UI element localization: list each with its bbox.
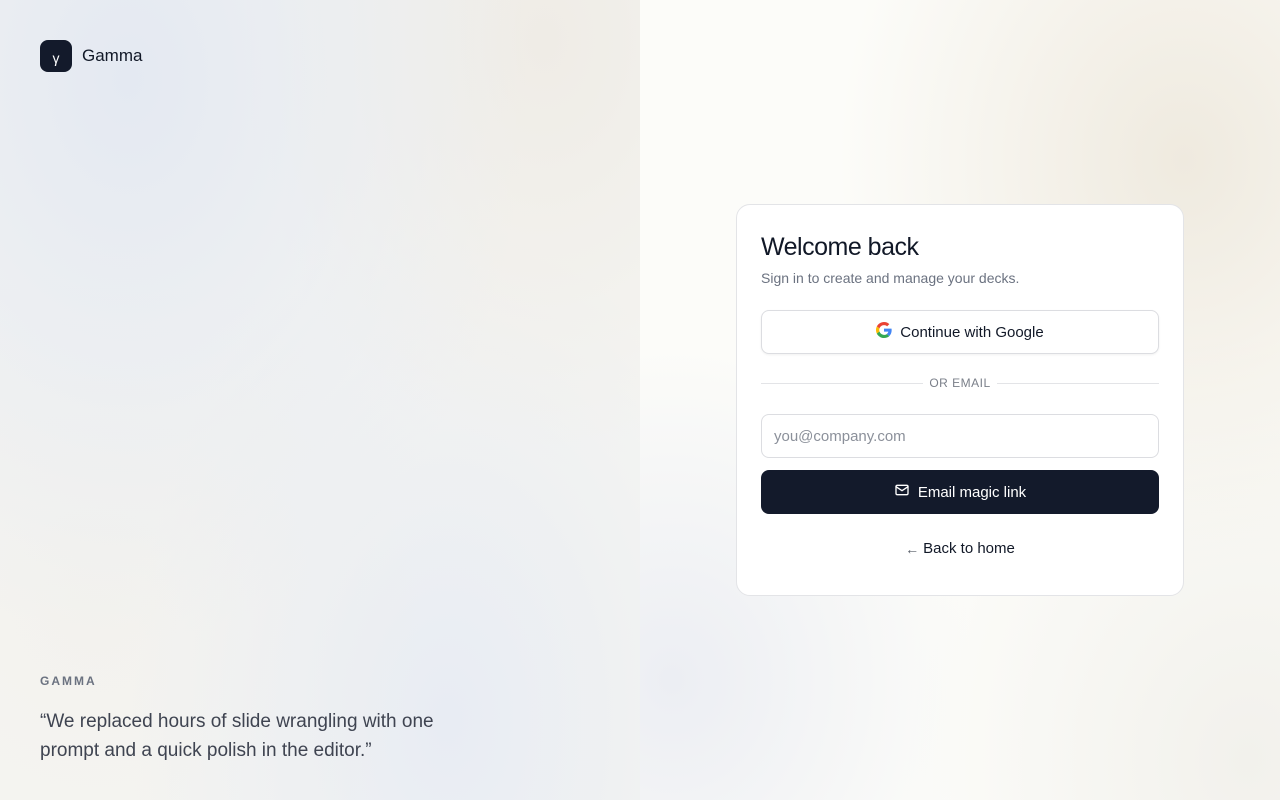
- left-panel: γ Gamma GAMMA “We replaced hours of slid…: [0, 0, 640, 800]
- sign-in-card: Welcome back Sign in to create and manag…: [736, 204, 1184, 596]
- magic-link-button-label: Email magic link: [917, 483, 1027, 501]
- testimonial-kicker: GAMMA: [40, 674, 97, 688]
- google-g-icon: [876, 322, 892, 342]
- divider-line: [996, 382, 1160, 384]
- brand-name: Gamma: [82, 46, 143, 65]
- back-to-home-link[interactable]: ← Back to home: [761, 540, 1159, 557]
- brand-logo-icon: γ: [40, 40, 72, 72]
- sign-in-title: Welcome back: [761, 233, 919, 261]
- arrow-left-icon: ←: [905, 540, 920, 557]
- email-magic-link-button[interactable]: Email magic link: [761, 470, 1159, 514]
- google-button-label: Continue with Google: [900, 323, 1044, 341]
- divider-line: [761, 382, 924, 384]
- or-email-divider: OR EMAIL: [761, 376, 1160, 390]
- testimonial: GAMMA “We replaced hours of slide wrangl…: [40, 674, 440, 765]
- divider-label: OR EMAIL: [929, 376, 991, 390]
- continue-with-google-button[interactable]: Continue with Google: [761, 310, 1159, 354]
- testimonial-quote: “We replaced hours of slide wrangling wi…: [40, 711, 434, 761]
- email-input[interactable]: [761, 414, 1159, 458]
- brand[interactable]: γ Gamma: [40, 40, 142, 72]
- back-to-home-label: Back to home: [923, 540, 1015, 557]
- mail-icon: [894, 482, 910, 502]
- sign-in-subtitle: Sign in to create and manage your decks.: [761, 270, 1020, 286]
